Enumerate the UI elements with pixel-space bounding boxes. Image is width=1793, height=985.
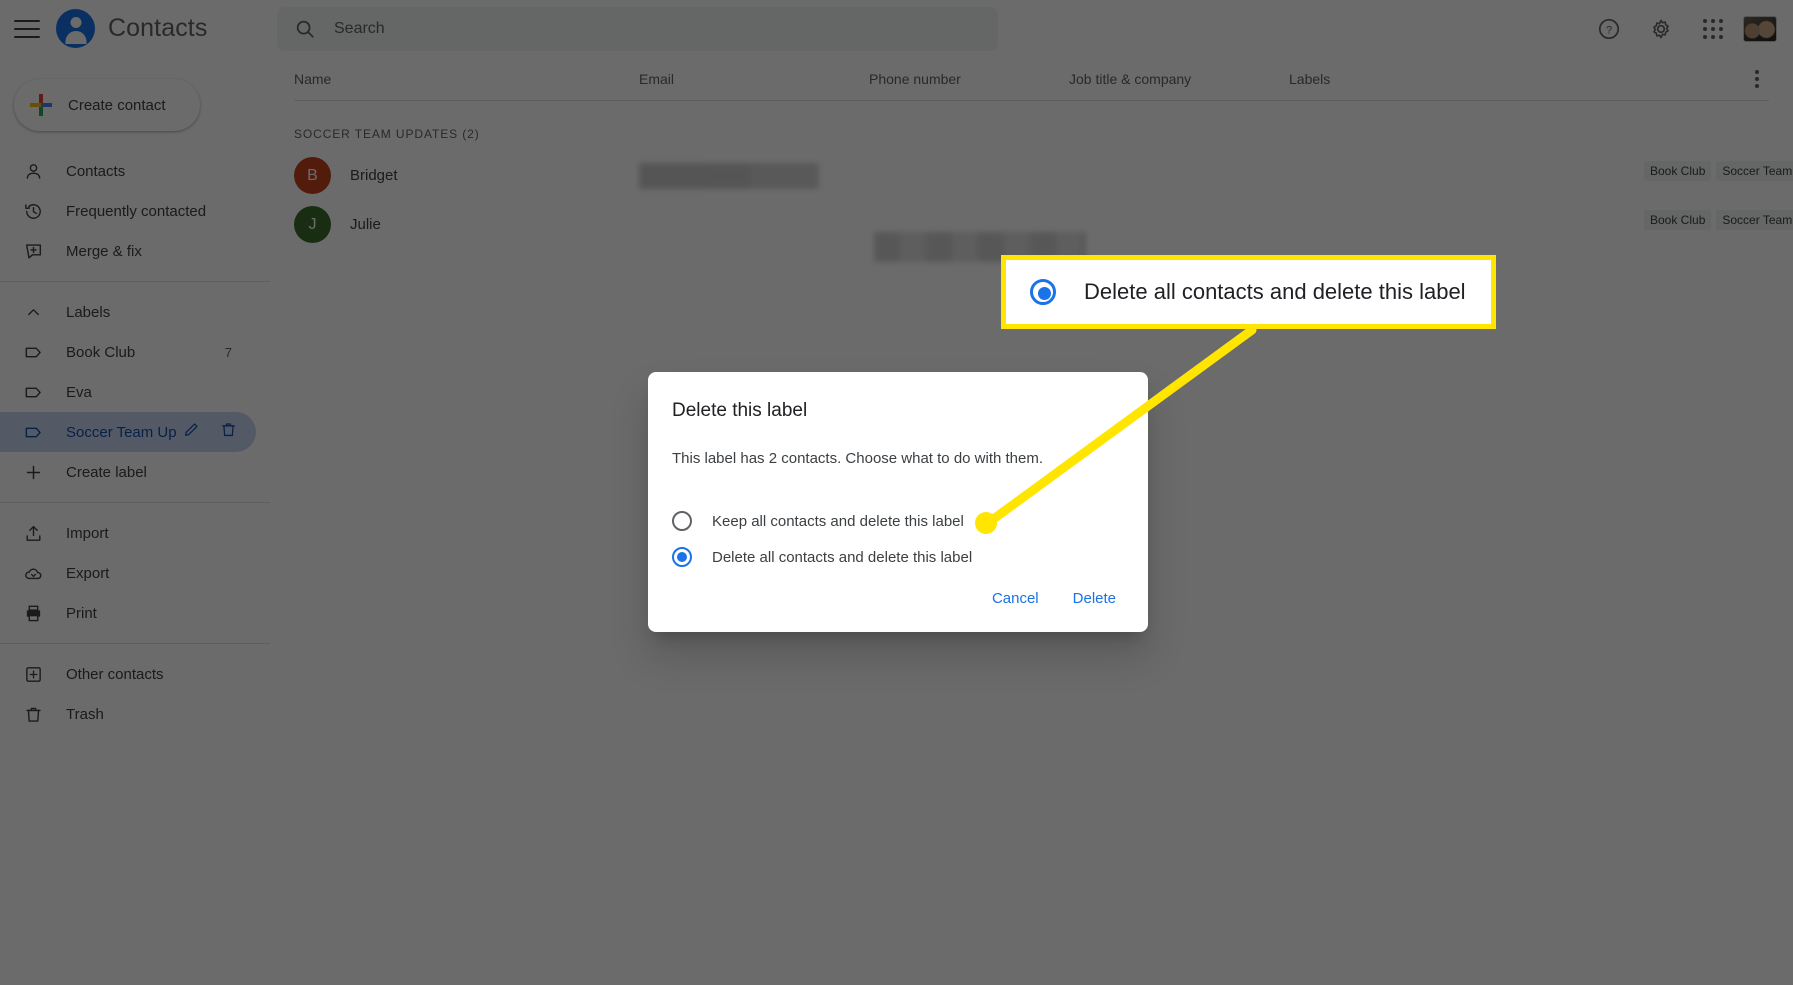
radio-button-checked-icon[interactable] bbox=[672, 547, 692, 567]
option-label: Keep all contacts and delete this label bbox=[712, 512, 964, 530]
delete-button[interactable]: Delete bbox=[1063, 581, 1126, 616]
radio-button-unchecked-icon[interactable] bbox=[672, 511, 692, 531]
option-label: Delete all contacts and delete this labe… bbox=[712, 548, 973, 566]
dialog-title: Delete this label bbox=[672, 400, 808, 421]
radio-button-checked-icon bbox=[1030, 279, 1056, 305]
annotation-callout-label: Delete all contacts and delete this labe… bbox=[1084, 279, 1466, 304]
delete-label-dialog: Delete this label This label has 2 conta… bbox=[648, 372, 1148, 632]
delete-options-group: Keep all contacts and delete this label … bbox=[672, 503, 1124, 575]
dialog-description: This label has 2 contacts. Choose what t… bbox=[672, 450, 1044, 467]
option-delete-all-contacts[interactable]: Delete all contacts and delete this labe… bbox=[672, 539, 1124, 575]
cancel-button[interactable]: Cancel bbox=[982, 581, 1049, 616]
dialog-actions: Cancel Delete bbox=[982, 581, 1126, 616]
option-keep-all-contacts[interactable]: Keep all contacts and delete this label bbox=[672, 503, 1124, 539]
annotation-callout: Delete all contacts and delete this labe… bbox=[1001, 255, 1496, 329]
